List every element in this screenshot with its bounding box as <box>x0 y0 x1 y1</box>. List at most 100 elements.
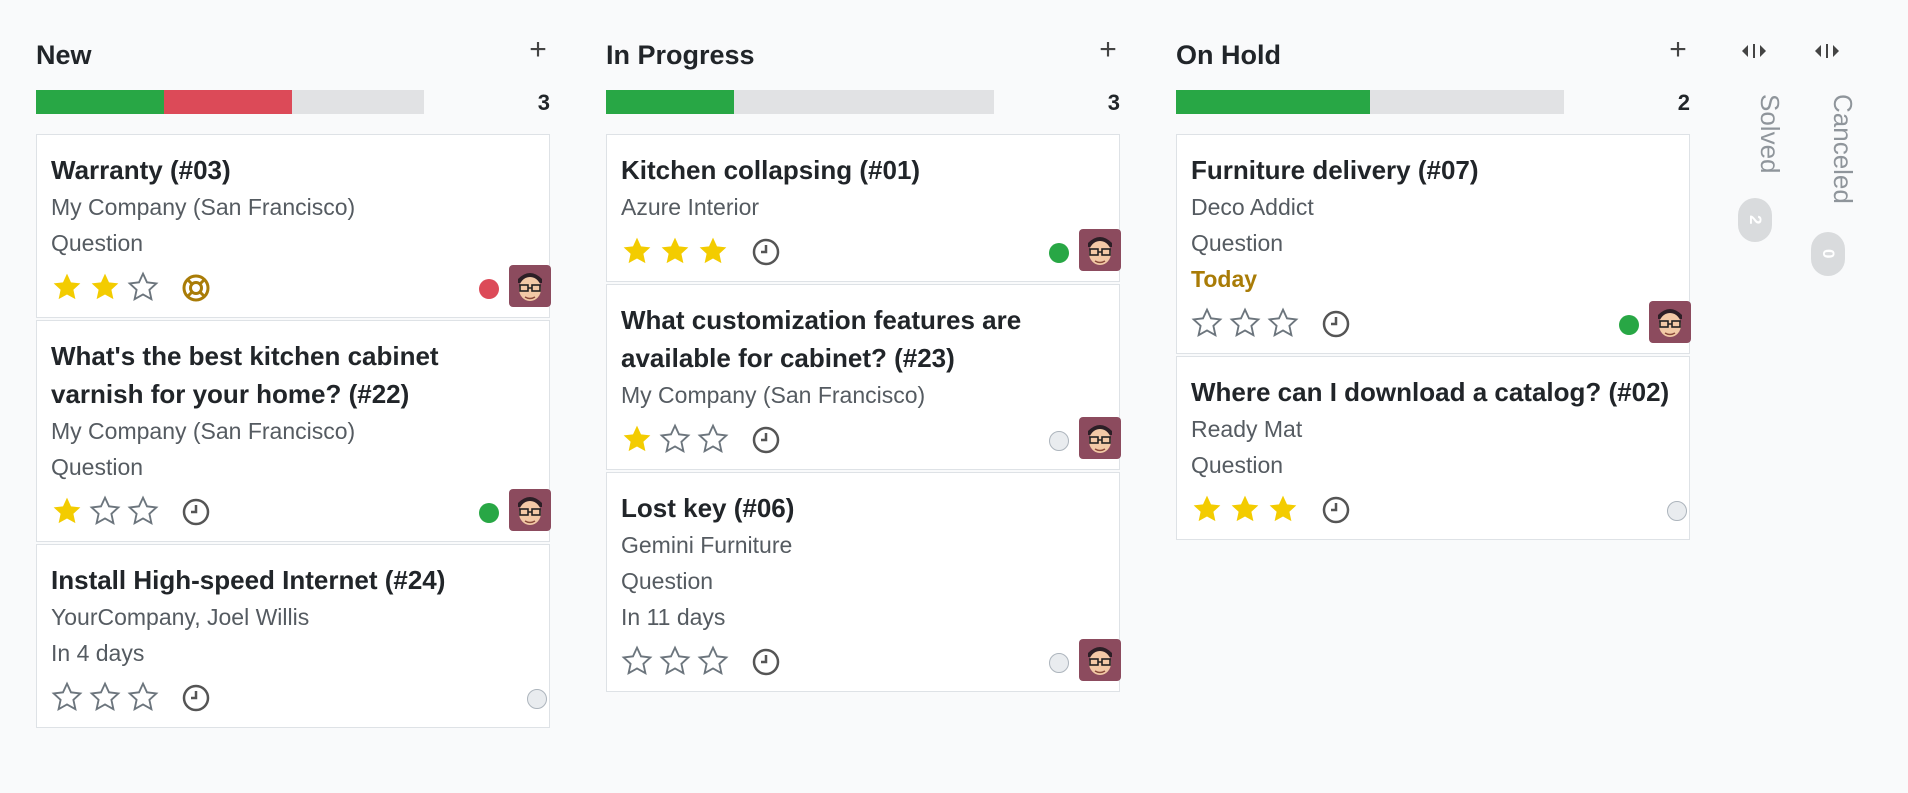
folded-column-solved[interactable]: Solved 2 <box>1734 40 1785 300</box>
column-count: 3 <box>1107 90 1120 115</box>
unfold-arrows-icon[interactable] <box>1813 42 1841 60</box>
status-dot[interactable] <box>527 689 547 709</box>
card-customer: My Company (San Francisco) <box>51 418 356 444</box>
progress-green-segment[interactable] <box>1176 90 1370 114</box>
status-dot[interactable] <box>1049 431 1069 451</box>
clock-icon[interactable] <box>1321 495 1351 525</box>
ticket-card[interactable]: What customization features are availabl… <box>606 284 1121 470</box>
priority-stars[interactable] <box>621 235 729 267</box>
avatar[interactable] <box>509 265 551 307</box>
star-empty-icon[interactable] <box>697 423 729 455</box>
star-empty-icon[interactable] <box>127 271 159 303</box>
add-card-button[interactable]: + <box>526 35 550 65</box>
clock-icon[interactable] <box>751 237 781 267</box>
priority-stars[interactable] <box>621 645 729 677</box>
card-customer: Azure Interior <box>621 194 760 220</box>
card-due: In 4 days <box>51 640 145 666</box>
column-progress-bar[interactable] <box>1176 90 1564 114</box>
card-footer <box>621 417 1121 469</box>
star-filled-icon[interactable] <box>89 271 121 303</box>
avatar[interactable] <box>509 489 551 531</box>
ticket-card[interactable]: Where can I download a catalog? (#02) Re… <box>1176 356 1690 540</box>
add-card-button[interactable]: + <box>1666 35 1690 65</box>
star-empty-icon[interactable] <box>1229 307 1261 339</box>
star-filled-icon[interactable] <box>51 271 83 303</box>
star-empty-icon[interactable] <box>659 423 691 455</box>
clock-icon[interactable] <box>751 647 781 677</box>
column-progress-bar[interactable] <box>36 90 424 114</box>
star-empty-icon[interactable] <box>51 681 83 713</box>
column-title: On Hold <box>1176 40 1281 70</box>
ticket-card[interactable]: Kitchen collapsing (#01) Azure Interior <box>606 134 1121 282</box>
kanban-board: New + 3 Warranty (#03) My Company (San F… <box>0 0 1908 793</box>
star-empty-icon[interactable] <box>659 645 691 677</box>
life-ring-icon[interactable] <box>181 273 211 303</box>
priority-stars[interactable] <box>1191 307 1299 339</box>
priority-stars[interactable] <box>51 271 159 303</box>
ticket-card[interactable]: Warranty (#03) My Company (San Francisco… <box>36 134 551 318</box>
avatar[interactable] <box>1079 229 1121 271</box>
star-filled-icon[interactable] <box>697 235 729 267</box>
clock-icon[interactable] <box>181 683 211 713</box>
priority-stars[interactable] <box>51 681 159 713</box>
folded-column-title[interactable]: Canceled <box>1827 94 1858 204</box>
card-customer: Gemini Furniture <box>621 532 793 558</box>
unfold-arrows-icon[interactable] <box>1740 42 1768 60</box>
card-footer <box>51 675 547 727</box>
clock-icon[interactable] <box>181 497 211 527</box>
star-filled-icon[interactable] <box>1267 493 1299 525</box>
card-title: Where can I download a catalog? (#02) <box>1191 377 1670 407</box>
card-footer <box>51 489 551 541</box>
column-count: 3 <box>537 90 550 115</box>
progress-green-segment[interactable] <box>36 90 165 114</box>
card-title: Install High-speed Internet (#24) <box>51 565 446 595</box>
star-empty-icon[interactable] <box>127 495 159 527</box>
add-card-button[interactable]: + <box>1096 35 1120 65</box>
clock-icon[interactable] <box>751 425 781 455</box>
status-dot[interactable] <box>1667 501 1687 521</box>
ticket-card[interactable]: Furniture delivery (#07) Deco Addict Que… <box>1176 134 1691 354</box>
clock-icon[interactable] <box>1321 309 1351 339</box>
progress-green-segment[interactable] <box>606 90 735 114</box>
column-header: New + <box>36 34 550 78</box>
priority-stars[interactable] <box>621 423 729 455</box>
star-empty-icon[interactable] <box>127 681 159 713</box>
column-progress-bar[interactable] <box>606 90 994 114</box>
star-filled-icon[interactable] <box>621 423 653 455</box>
ticket-card[interactable]: Install High-speed Internet (#24) YourCo… <box>36 544 550 728</box>
star-empty-icon[interactable] <box>697 645 729 677</box>
star-filled-icon[interactable] <box>621 235 653 267</box>
card-customer: YourCompany, Joel Willis <box>51 604 310 630</box>
status-dot[interactable] <box>479 279 499 299</box>
avatar[interactable] <box>1079 417 1121 459</box>
status-dot[interactable] <box>1619 315 1639 335</box>
column-title: In Progress <box>606 40 755 70</box>
ticket-card[interactable]: Lost key (#06) Gemini Furniture Question… <box>606 472 1121 692</box>
star-empty-icon[interactable] <box>1191 307 1223 339</box>
folded-column-title[interactable]: Solved <box>1754 94 1785 174</box>
star-empty-icon[interactable] <box>621 645 653 677</box>
star-filled-icon[interactable] <box>659 235 691 267</box>
star-filled-icon[interactable] <box>1229 493 1261 525</box>
card-title: Lost key (#06) <box>621 493 795 523</box>
avatar[interactable] <box>1649 301 1691 343</box>
card-customer: My Company (San Francisco) <box>621 382 926 408</box>
card-title: Furniture delivery (#07) <box>1191 155 1479 185</box>
star-empty-icon[interactable] <box>89 495 121 527</box>
avatar[interactable] <box>1079 639 1121 681</box>
status-dot[interactable] <box>479 503 499 523</box>
star-empty-icon[interactable] <box>1267 307 1299 339</box>
ticket-card[interactable]: What's the best kitchen cabinet varnish … <box>36 320 551 542</box>
status-dot[interactable] <box>1049 243 1069 263</box>
star-filled-icon[interactable] <box>1191 493 1223 525</box>
progress-red-segment[interactable] <box>164 90 293 114</box>
card-customer: My Company (San Francisco) <box>51 194 356 220</box>
card-ticket-type: Question <box>1191 452 1284 478</box>
star-filled-icon[interactable] <box>51 495 83 527</box>
star-empty-icon[interactable] <box>89 681 121 713</box>
column-header: On Hold + <box>1176 34 1690 78</box>
folded-column-canceled[interactable]: Canceled 0 <box>1807 40 1858 300</box>
priority-stars[interactable] <box>51 495 159 527</box>
priority-stars[interactable] <box>1191 493 1299 525</box>
status-dot[interactable] <box>1049 653 1069 673</box>
